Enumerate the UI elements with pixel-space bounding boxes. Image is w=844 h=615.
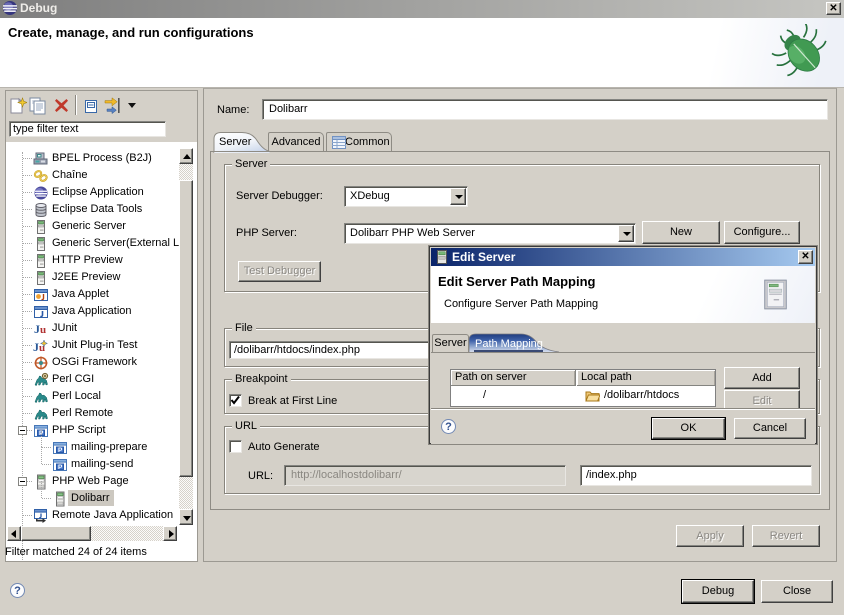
svg-text:P: P: [58, 447, 63, 454]
svg-text:P: P: [58, 464, 63, 471]
svg-text:u: u: [40, 324, 46, 336]
